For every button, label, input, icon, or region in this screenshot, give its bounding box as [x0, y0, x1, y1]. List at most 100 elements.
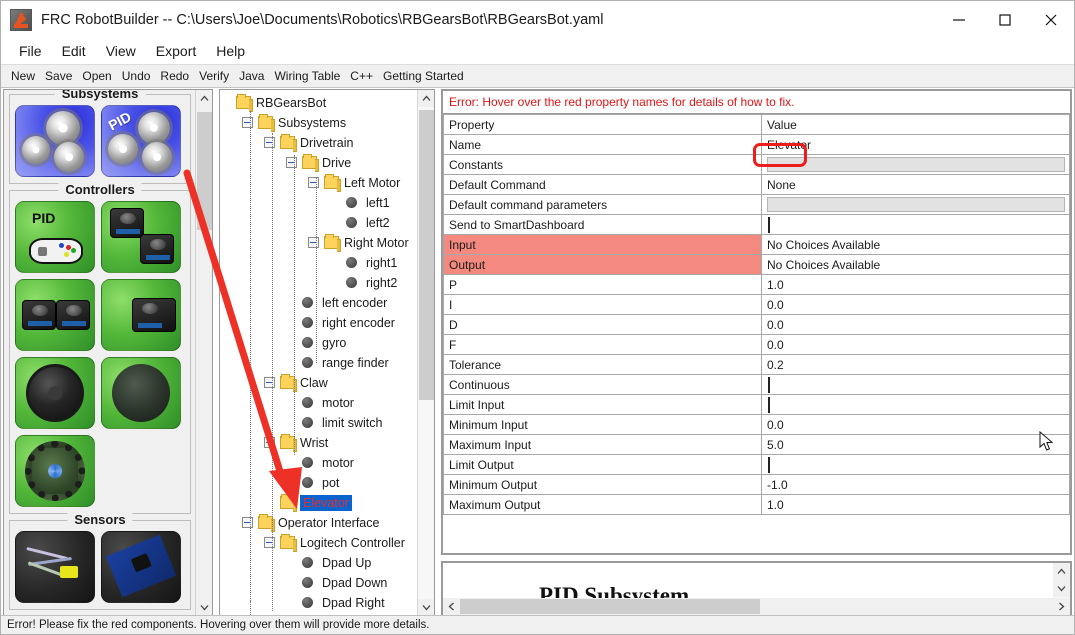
toolbar-getting-started[interactable]: Getting Started [378, 67, 469, 85]
menu-help[interactable]: Help [206, 41, 255, 61]
tree-collapse-toggle-icon[interactable] [242, 517, 253, 528]
tree-collapse-toggle-icon[interactable] [264, 437, 275, 448]
pid-text: PID [32, 210, 55, 226]
tree-collapse-toggle-icon[interactable] [264, 537, 275, 548]
tree-guide-line [294, 155, 295, 455]
property-value-cell[interactable]: 0.0 [762, 335, 1070, 355]
tree-scroll-thumb[interactable] [419, 110, 434, 400]
toolbar-verify[interactable]: Verify [194, 67, 234, 85]
help-scroll-up-icon[interactable] [1053, 563, 1070, 580]
folder-icon [280, 436, 295, 449]
property-row: Limit Input [444, 395, 1070, 415]
tree-scrollbar[interactable] [417, 90, 434, 616]
tree-node-label: right encoder [322, 316, 395, 330]
tree-guide-line [250, 111, 251, 609]
property-row: Minimum Output-1.0 [444, 475, 1070, 495]
component-dot-icon [302, 597, 313, 608]
palette-item-subsystem-gears[interactable] [15, 105, 95, 177]
property-row: Maximum Input5.0 [444, 435, 1070, 455]
property-row: Send to SmartDashboard [444, 215, 1070, 235]
property-value-cell[interactable]: 0.2 [762, 355, 1070, 375]
palette-item-speed-controller-pair[interactable] [101, 201, 181, 273]
palette-scroll-down-icon[interactable] [196, 599, 213, 616]
help-horizontal-scrollbar[interactable] [443, 598, 1070, 615]
palette-item-encoder-ring[interactable] [15, 435, 95, 507]
help-scroll-left-icon[interactable] [443, 598, 460, 615]
component-dot-icon [346, 277, 357, 288]
menu-edit[interactable]: Edit [52, 41, 96, 61]
palette-item-pid-subsystem-gears[interactable]: PID [101, 105, 181, 177]
tree-collapse-toggle-icon[interactable] [264, 377, 275, 388]
component-dot-icon [302, 557, 313, 568]
property-value-cell[interactable] [762, 375, 1070, 395]
minimize-button[interactable] [936, 1, 982, 38]
close-button[interactable] [1028, 1, 1074, 38]
checkbox-limit-output[interactable] [768, 457, 770, 473]
menu-file[interactable]: File [9, 41, 52, 61]
disabled-field [767, 197, 1065, 212]
tree-collapse-toggle-icon[interactable] [308, 237, 319, 248]
palette-item-speed-controller-group[interactable] [101, 279, 181, 351]
property-value-cell[interactable] [762, 455, 1070, 475]
tree-collapse-toggle-icon[interactable] [242, 117, 253, 128]
toolbar-java[interactable]: Java [234, 67, 269, 85]
help-hscroll-thumb[interactable] [460, 599, 760, 614]
palette-item-mecanum-wheel[interactable] [101, 357, 181, 429]
property-value-cell[interactable] [762, 155, 1070, 175]
toolbar-new[interactable]: New [6, 67, 40, 85]
property-value-cell[interactable]: 5.0 [762, 435, 1070, 455]
property-value-cell[interactable]: None [762, 175, 1070, 195]
tree-node-label: Elevator [300, 495, 352, 511]
toolbar-undo[interactable]: Undo [117, 67, 156, 85]
checkbox-continuous[interactable] [768, 377, 770, 393]
property-value-cell[interactable]: No Choices Available [762, 255, 1070, 275]
help-vertical-scrollbar[interactable] [1053, 563, 1070, 598]
component-dot-icon [302, 397, 313, 408]
property-value-cell[interactable] [762, 195, 1070, 215]
palette-scrollbar[interactable] [195, 90, 212, 616]
help-scroll-down-icon[interactable] [1053, 580, 1070, 597]
property-value-cell[interactable] [762, 215, 1070, 235]
palette-scroll-thumb[interactable] [197, 112, 212, 230]
palette-item-blue-sensor-board[interactable] [101, 531, 181, 603]
tree-node-label: RBGearsBot [256, 96, 326, 110]
property-name-cell: Name [444, 135, 762, 155]
palette-group-sensors-title: Sensors [67, 512, 132, 527]
properties-panel: Error: Hover over the red property names… [441, 89, 1072, 555]
toolbar-open[interactable]: Open [77, 67, 116, 85]
window-title: FRC RobotBuilder -- C:\Users\Joe\Documen… [41, 12, 603, 28]
tree-collapse-toggle-icon[interactable] [264, 137, 275, 148]
help-scroll-right-icon[interactable] [1053, 598, 1070, 615]
menu-view[interactable]: View [96, 41, 146, 61]
property-value-cell[interactable]: 0.0 [762, 295, 1070, 315]
palette-item-speed-controller-single[interactable] [15, 279, 95, 351]
tree-scroll-down-icon[interactable] [418, 599, 435, 616]
robotbuilder-window: FRC RobotBuilder -- C:\Users\Joe\Documen… [0, 0, 1075, 635]
checkbox-limit-input[interactable] [768, 397, 770, 413]
property-value-cell[interactable]: -1.0 [762, 475, 1070, 495]
toolbar-cpp[interactable]: C++ [345, 67, 378, 85]
menu-export[interactable]: Export [146, 41, 206, 61]
toolbar-redo[interactable]: Redo [155, 67, 194, 85]
palette-item-wheel[interactable] [15, 357, 95, 429]
property-value-cell[interactable]: 1.0 [762, 495, 1070, 515]
property-value-cell[interactable]: Elevator [762, 135, 1070, 155]
maximize-button[interactable] [982, 1, 1028, 38]
property-value-cell[interactable]: 0.0 [762, 315, 1070, 335]
tree-collapse-toggle-icon[interactable] [286, 157, 297, 168]
property-value-cell[interactable] [762, 395, 1070, 415]
checkbox-send-to-smartdashboard[interactable] [768, 217, 770, 233]
palette-scroll-up-icon[interactable] [196, 90, 213, 107]
tree-node[interactable]: RBGearsBot [220, 93, 418, 113]
palette-item-wire-harness[interactable] [15, 531, 95, 603]
component-dot-icon [302, 317, 313, 328]
property-value-cell[interactable]: 0.0 [762, 415, 1070, 435]
property-value-cell[interactable]: No Choices Available [762, 235, 1070, 255]
toolbar-save[interactable]: Save [40, 67, 77, 85]
property-row: I0.0 [444, 295, 1070, 315]
tree-collapse-toggle-icon[interactable] [308, 177, 319, 188]
toolbar-wiring-table[interactable]: Wiring Table [269, 67, 345, 85]
palette-item-pid-gamepad[interactable]: PID [15, 201, 95, 273]
tree-scroll-up-icon[interactable] [418, 90, 435, 107]
property-value-cell[interactable]: 1.0 [762, 275, 1070, 295]
